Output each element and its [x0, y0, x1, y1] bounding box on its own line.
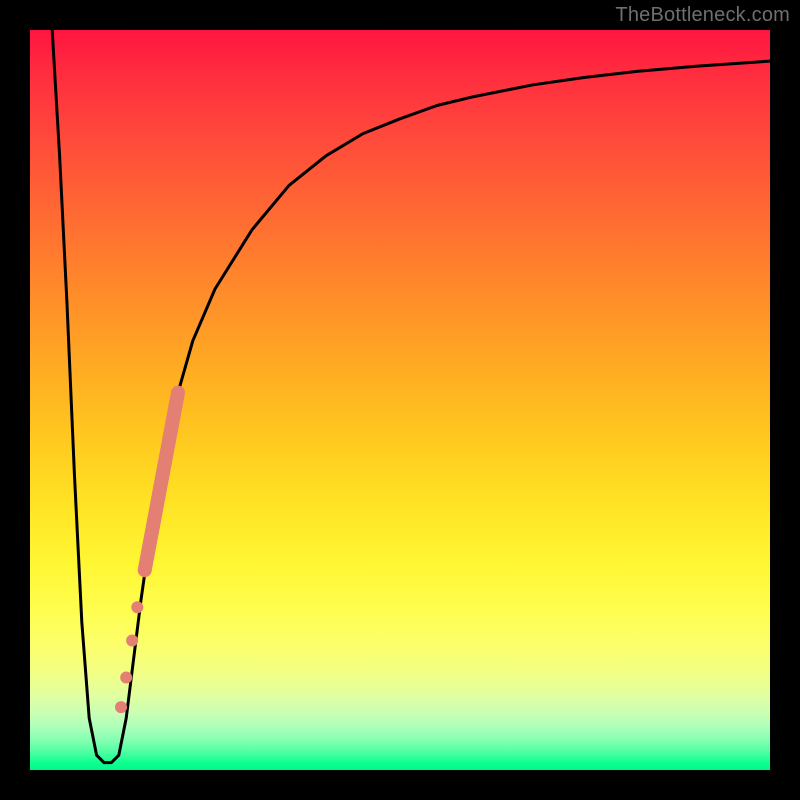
- highlight-markers: [115, 393, 178, 713]
- chart-overlay: [30, 30, 770, 770]
- chart-frame: TheBottleneck.com: [0, 0, 800, 800]
- plot-area: [30, 30, 770, 770]
- watermark-text: TheBottleneck.com: [615, 4, 790, 27]
- bottleneck-curve: [52, 30, 770, 763]
